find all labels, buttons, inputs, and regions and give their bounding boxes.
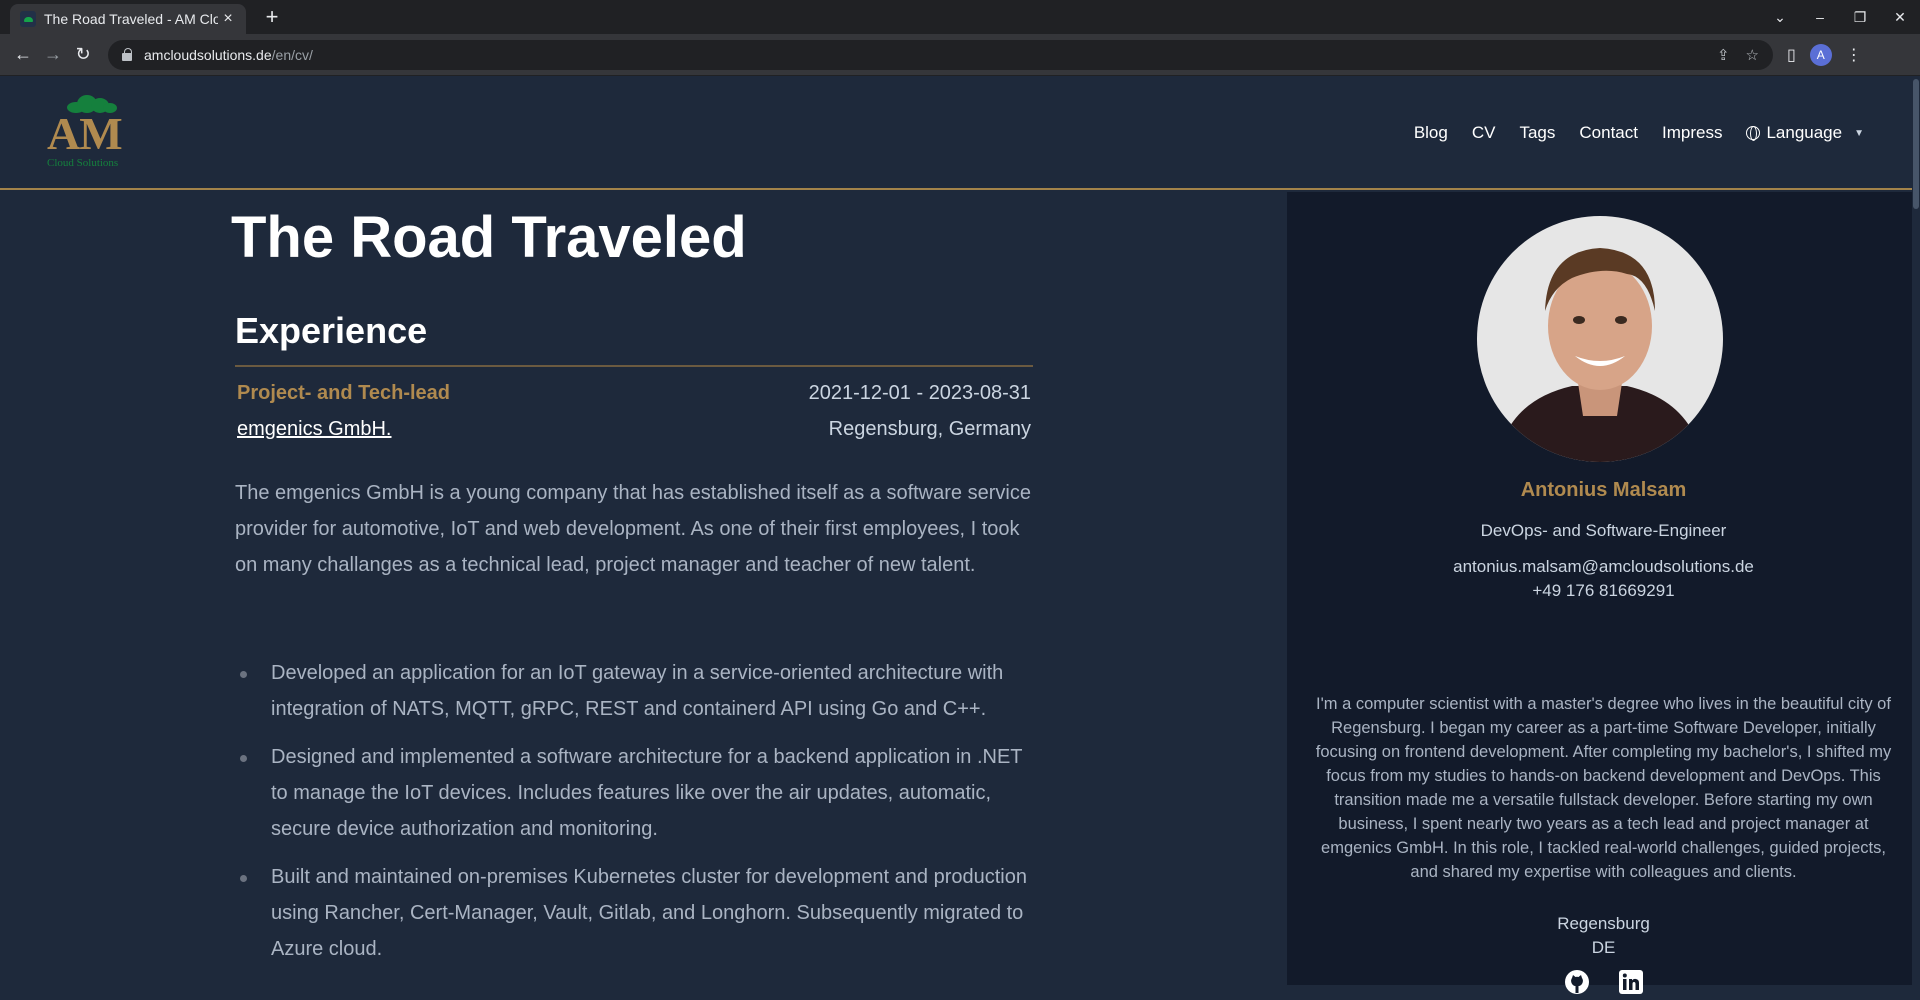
globe-icon: [1746, 126, 1761, 141]
main-content: The Road Traveled Experience Project- an…: [0, 192, 1287, 985]
reload-icon[interactable]: ↻: [68, 40, 98, 70]
site-header: AM Cloud Solutions Blog CV Tags Contact …: [0, 77, 1920, 190]
tab-close-icon[interactable]: ×: [218, 10, 238, 28]
scrollbar-thumb[interactable]: [1913, 79, 1919, 209]
language-dropdown[interactable]: Language ▼: [1746, 123, 1864, 143]
language-label: Language: [1766, 123, 1843, 142]
company-link[interactable]: emgenics GmbH.: [237, 418, 392, 441]
nav-blog[interactable]: Blog: [1414, 123, 1448, 143]
lock-icon[interactable]: [122, 47, 132, 61]
profile-phone[interactable]: +49 176 81669291: [1287, 581, 1920, 601]
nav-cv[interactable]: CV: [1472, 123, 1496, 143]
logo-text: AM: [47, 108, 123, 159]
list-item: Developed an application for an IoT gate…: [235, 655, 1035, 727]
side-panel-icon[interactable]: ▯: [1787, 45, 1796, 65]
social-links: [1287, 969, 1920, 995]
section-title: Experience: [235, 310, 428, 351]
profile-country: DE: [1591, 938, 1616, 957]
profile-avatar[interactable]: A: [1809, 43, 1832, 66]
nav-contact[interactable]: Contact: [1579, 123, 1638, 143]
list-item: Built and maintained on-premises Kuberne…: [235, 859, 1035, 967]
bookmark-star-icon[interactable]: ☆: [1746, 46, 1759, 64]
close-window-icon[interactable]: ✕: [1880, 9, 1920, 26]
job-location: Regensburg, Germany: [828, 418, 1031, 440]
tab-title: The Road Traveled - AM Cloud Solutions: [44, 11, 218, 27]
url-path: /en/cv/: [271, 46, 313, 63]
job-dates: 2021-12-01 - 2023-08-31: [808, 382, 1031, 404]
nav-impress[interactable]: Impress: [1662, 123, 1722, 143]
browser-tab[interactable]: The Road Traveled - AM Cloud Solutions ×: [10, 4, 246, 34]
minimize-icon[interactable]: –: [1800, 9, 1840, 25]
profile-email[interactable]: antonius.malsam@amcloudsolutions.de: [1287, 557, 1920, 577]
profile-role: DevOps- and Software-Engineer: [1480, 521, 1727, 540]
browser-toolbar: ← → ↻ amcloudsolutions.de/en/cv/ ⇪ ☆ ▯ A…: [0, 34, 1920, 76]
browser-tabstrip: The Road Traveled - AM Cloud Solutions ×…: [0, 0, 1920, 34]
restore-icon[interactable]: ❐: [1840, 9, 1880, 26]
website: AM Cloud Solutions Blog CV Tags Contact …: [0, 77, 1920, 994]
page-title: The Road Traveled: [231, 205, 747, 270]
tab-favicon-icon: [20, 11, 36, 27]
forward-icon[interactable]: →: [38, 40, 68, 70]
tab-search-icon[interactable]: ⌄: [1760, 9, 1800, 26]
browser-menu-icon[interactable]: ⋮: [1846, 45, 1862, 65]
nav-tags[interactable]: Tags: [1519, 123, 1555, 143]
profile-photo: [1477, 216, 1723, 462]
back-icon[interactable]: ←: [8, 40, 38, 70]
new-tab-button[interactable]: +: [258, 4, 286, 32]
share-icon[interactable]: ⇪: [1717, 46, 1730, 64]
profile-name: Antonius Malsam: [1520, 479, 1687, 501]
job-achievements: Developed an application for an IoT gate…: [235, 655, 1035, 979]
address-bar[interactable]: amcloudsolutions.de/en/cv/ ⇪ ☆: [108, 39, 1773, 70]
job-description: The emgenics GmbH is a young company tha…: [235, 482, 1031, 576]
profile-city: Regensburg: [1557, 914, 1650, 933]
profile-bio: I'm a computer scientist with a master's…: [1315, 695, 1892, 881]
caret-down-icon: ▼: [1854, 127, 1864, 139]
url-host: amcloudsolutions.de: [144, 46, 272, 63]
linkedin-icon[interactable]: [1618, 969, 1644, 995]
section-divider: [235, 365, 1033, 367]
list-item: Designed and implemented a software arch…: [235, 739, 1035, 847]
site-logo[interactable]: AM Cloud Solutions: [47, 93, 137, 173]
github-icon[interactable]: [1564, 969, 1590, 995]
page-scrollbar[interactable]: [1912, 77, 1920, 985]
job-title: Project- and Tech-lead: [237, 382, 451, 404]
main-nav: Blog CV Tags Contact Impress Language ▼: [1414, 123, 1864, 143]
logo-subtitle: Cloud Solutions: [47, 157, 119, 169]
profile-sidebar: Antonius Malsam DevOps- and Software-Eng…: [1287, 192, 1920, 994]
window-controls: ⌄ – ❐ ✕: [1760, 0, 1920, 34]
